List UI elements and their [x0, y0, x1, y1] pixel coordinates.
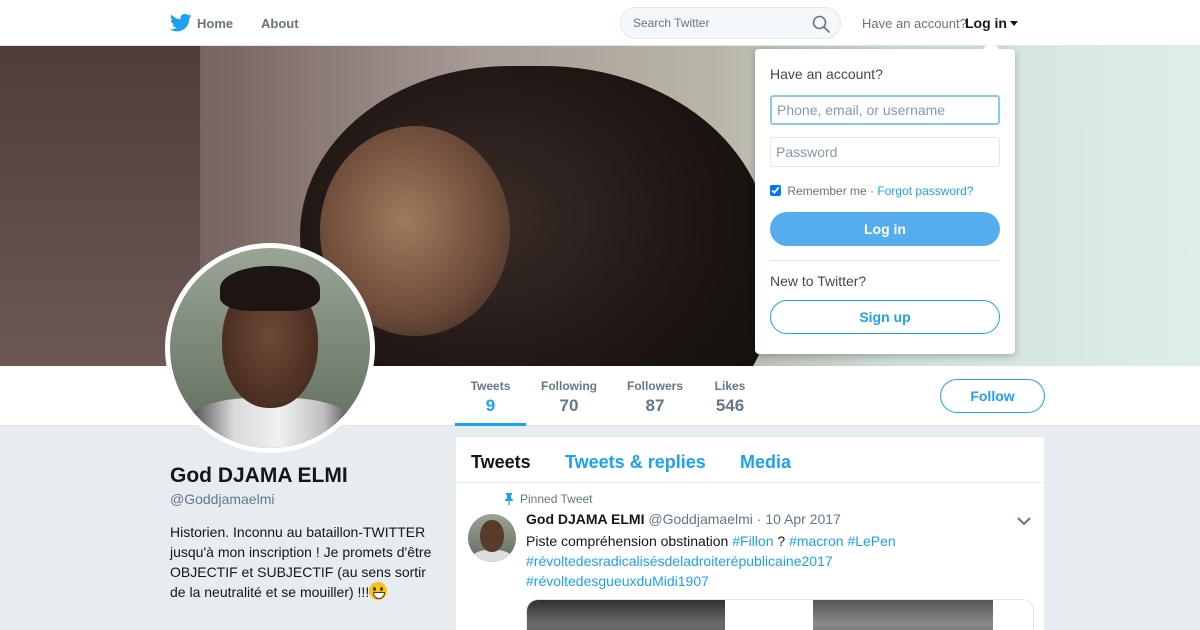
stat-label: Likes: [714, 379, 746, 393]
avatar-photo: [170, 248, 370, 448]
login-dropdown: Have an account? Remember me · Forgot pa…: [755, 41, 1015, 354]
stat-value: 546: [715, 396, 745, 415]
hashtag-link[interactable]: #révoltedesradicalisésdeladroiterépublic…: [526, 553, 833, 569]
search-input[interactable]: [633, 16, 803, 30]
profile-name[interactable]: God DJAMA ELMI: [170, 464, 348, 488]
remember-row: Remember me · Forgot password?: [770, 184, 973, 198]
hashtag-link[interactable]: #LePen: [847, 533, 895, 549]
stat-followers[interactable]: Followers 87: [622, 379, 688, 416]
login-dropdown-toggle[interactable]: Log in: [965, 15, 1018, 31]
username-field[interactable]: [770, 95, 1000, 125]
stat-label: Following: [541, 379, 597, 393]
have-account-text: Have an account?: [862, 16, 967, 31]
tweet-date[interactable]: 10 Apr 2017: [765, 511, 841, 527]
stat-likes[interactable]: Likes 546: [708, 379, 752, 416]
hashtag-link[interactable]: #Fillon: [732, 533, 773, 549]
dropdown-title: Have an account?: [770, 66, 883, 82]
search-icon[interactable]: [812, 15, 830, 33]
tweet-text-part: Piste compréhension obstination: [526, 533, 729, 549]
login-button[interactable]: Log in: [770, 212, 1000, 246]
caret-down-icon: [1010, 21, 1018, 26]
stat-value: 87: [645, 396, 665, 415]
pinned-tweet-label: Pinned Tweet: [504, 492, 593, 506]
login-toggle-label: Log in: [965, 15, 1007, 31]
remember-me-label[interactable]: Remember me: [787, 184, 866, 198]
tweet-avatar-head: [480, 520, 504, 552]
twitter-bird-icon[interactable]: [170, 13, 192, 33]
stat-label: Tweets: [470, 379, 511, 393]
tab-media[interactable]: Media: [740, 452, 791, 473]
password-field[interactable]: [770, 137, 1000, 167]
dropdown-divider: [770, 260, 1000, 261]
nav-about-link[interactable]: About: [261, 16, 299, 31]
stat-tweets[interactable]: Tweets 9: [455, 379, 526, 426]
tweet-text-part: ?: [777, 533, 786, 549]
profile-bio: Historien. Inconnu au bataillon-TWITTER …: [170, 522, 435, 602]
stat-following[interactable]: Following 70: [536, 379, 602, 416]
tweet-avatar[interactable]: [468, 514, 516, 562]
remember-me-checkbox[interactable]: [770, 185, 781, 196]
bio-text: Historien. Inconnu au bataillon-TWITTER …: [170, 524, 432, 600]
tab-tweets-replies[interactable]: Tweets & replies: [565, 452, 706, 473]
chevron-down-icon[interactable]: [1017, 516, 1031, 526]
hashtag-link[interactable]: #révoltedesgueuxduMidi1907: [526, 573, 709, 589]
tweet-separator: ·: [756, 511, 762, 527]
new-to-twitter-text: New to Twitter?: [770, 273, 867, 289]
hashtag-link[interactable]: #macron: [789, 533, 843, 549]
grinning-emoji-icon: [369, 582, 388, 600]
tab-tweets[interactable]: Tweets: [471, 452, 531, 473]
profile-handle[interactable]: @Goddjamaelmi: [170, 491, 274, 507]
stat-value: 70: [559, 396, 579, 415]
timeline-tabs: Tweets Tweets & replies Media: [456, 437, 1044, 483]
pinned-text: Pinned Tweet: [520, 492, 593, 506]
avatar-hair: [220, 266, 320, 311]
tweet-header: God DJAMA ELMI @Goddjamaelmi · 10 Apr 20…: [526, 511, 841, 527]
tweet-author-handle[interactable]: @Goddjamaelmi: [648, 511, 752, 527]
media-photo[interactable]: [813, 600, 993, 630]
search-box[interactable]: [620, 7, 841, 39]
timeline-panel: Tweets Tweets & replies Media Pinned Twe…: [456, 437, 1044, 630]
tweet-text: Piste compréhension obstination #Fillon …: [526, 531, 1026, 591]
top-navigation-bar: Home About Have an account? Log in: [0, 0, 1200, 46]
tweet-author-name[interactable]: God DJAMA ELMI: [526, 511, 644, 527]
follow-button[interactable]: Follow: [940, 379, 1045, 413]
stat-value: 9: [485, 396, 496, 415]
forgot-password-link[interactable]: Forgot password?: [877, 184, 973, 198]
profile-avatar[interactable]: [165, 243, 375, 453]
tweet-media[interactable]: [526, 599, 1034, 630]
remember-separator: ·: [870, 184, 875, 198]
stat-label: Followers: [626, 379, 683, 393]
signup-button[interactable]: Sign up: [770, 300, 1000, 334]
media-photo[interactable]: [527, 600, 725, 630]
pin-icon: [505, 493, 513, 505]
nav-home-link[interactable]: Home: [197, 16, 233, 31]
